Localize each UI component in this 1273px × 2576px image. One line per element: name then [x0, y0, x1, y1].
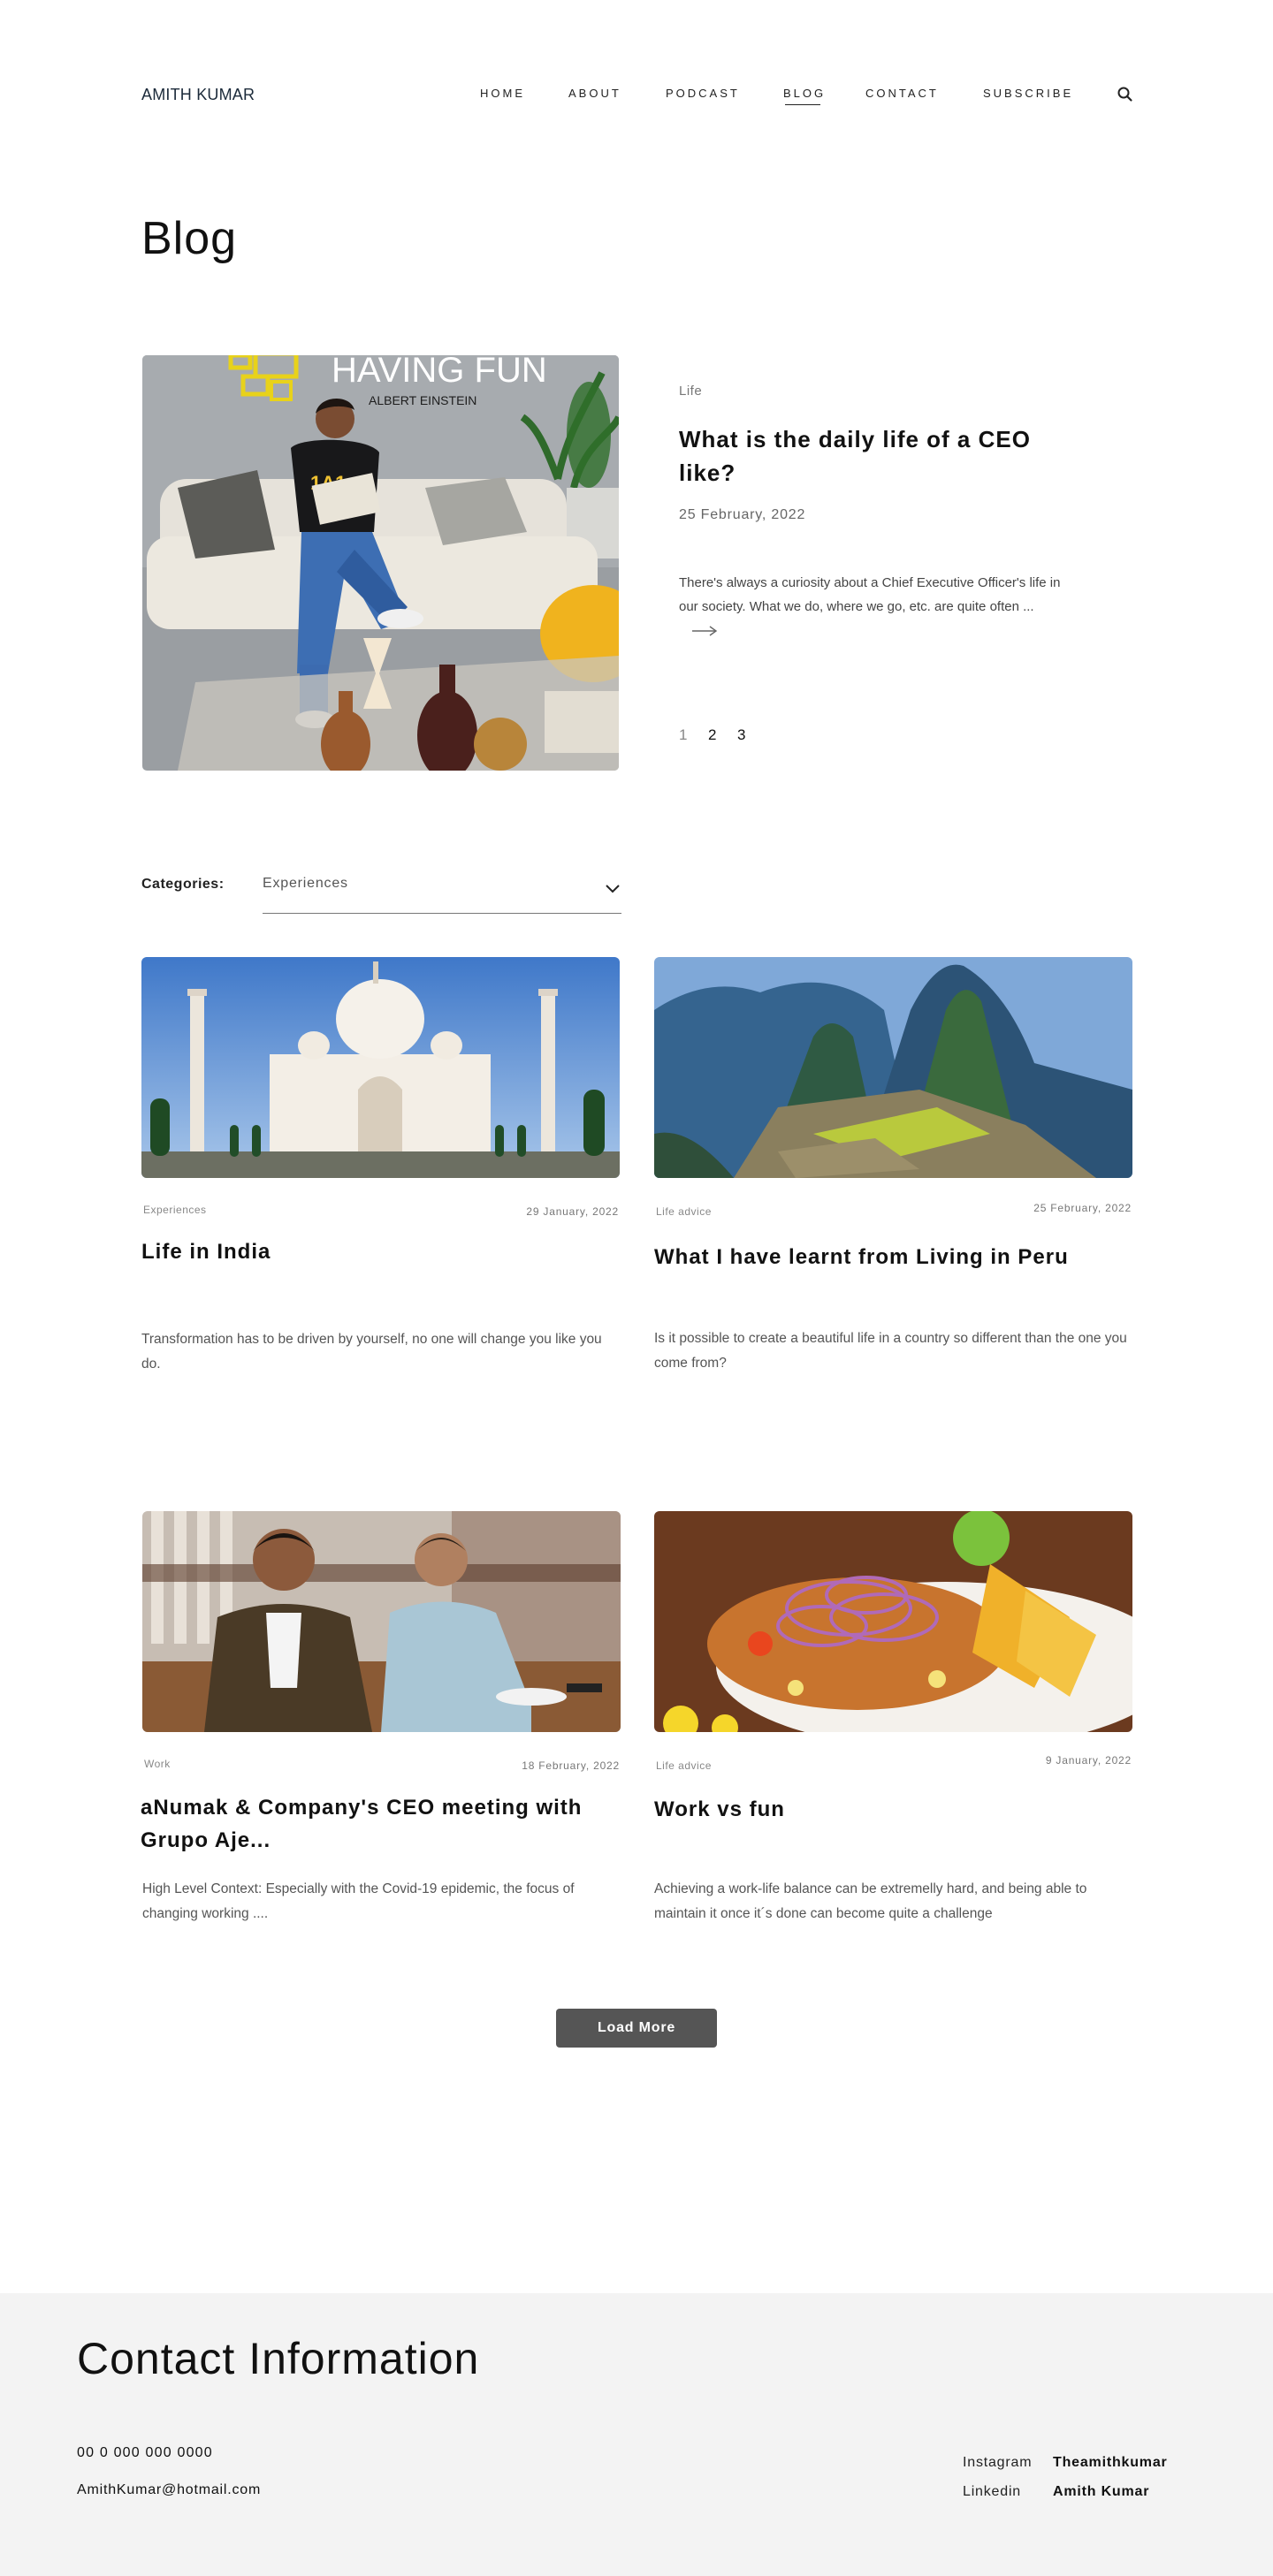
site-header: AMITH KUMAR HOME ABOUT PODCAST BLOG CONT… — [0, 0, 1273, 190]
load-more-button[interactable]: Load More — [556, 2009, 717, 2048]
nav-subscribe[interactable]: SUBSCRIBE — [983, 87, 1073, 100]
categories-dropdown[interactable]: Experiences — [263, 870, 621, 914]
post-image-meeting[interactable] — [142, 1511, 621, 1732]
nav-contact[interactable]: CONTACT — [865, 87, 939, 100]
featured-title[interactable]: What is the daily life of a CEO like? — [679, 422, 1086, 490]
page-3-button[interactable]: 3 — [737, 726, 745, 744]
featured-excerpt: There's always a curiosity about a Chief… — [679, 571, 1068, 642]
footer-phone: 00 0 000 000 0000 — [77, 2445, 213, 2460]
footer: Contact Information 00 0 000 000 0000 Am… — [0, 2293, 1273, 2576]
categories-label: Categories: — [141, 877, 225, 892]
post-date: 25 February, 2022 — [1033, 1202, 1132, 1214]
nav-about[interactable]: ABOUT — [568, 87, 621, 100]
linkedin-link[interactable]: Amith Kumar — [1053, 2484, 1149, 2500]
post-excerpt: Is it possible to create a beautiful lif… — [654, 1331, 1127, 1371]
post-title[interactable]: Work vs fun — [654, 1793, 1132, 1826]
post-date: 29 January, 2022 — [526, 1205, 619, 1218]
main-nav: HOME ABOUT PODCAST BLOG CONTACT SUBSCRIB… — [0, 87, 1273, 105]
footer-email-link[interactable]: AmithKumar@hotmail.com — [77, 2482, 261, 2498]
page-2-button[interactable]: 2 — [708, 726, 716, 744]
featured-date: 25 February, 2022 — [679, 507, 806, 522]
post-excerpt: Transformation has to be driven by yours… — [141, 1332, 602, 1372]
post-category[interactable]: Experiences — [143, 1204, 207, 1216]
featured-excerpt-text: There's always a curiosity about a Chief… — [679, 575, 1061, 614]
social-label-linkedin: Linkedin — [963, 2484, 1022, 2499]
social-label-instagram: Instagram — [963, 2455, 1033, 2470]
post-title[interactable]: aNumak & Company's CEO meeting with Grup… — [141, 1791, 618, 1857]
categories-selected-value: Experiences — [263, 876, 348, 891]
page-title: Blog — [141, 213, 238, 264]
post-image-machu-picchu[interactable] — [654, 957, 1132, 1178]
featured-category[interactable]: Life — [679, 384, 702, 399]
post-category[interactable]: Work — [144, 1758, 171, 1770]
post-excerpt: High Level Context: Especially with the … — [142, 1881, 575, 1921]
nav-podcast[interactable]: PODCAST — [666, 87, 740, 100]
post-date: 9 January, 2022 — [1045, 1754, 1132, 1767]
post-title[interactable]: What I have learnt from Living in Peru — [654, 1241, 1132, 1273]
post-image-ceviche[interactable] — [654, 1511, 1132, 1732]
search-icon[interactable] — [1116, 85, 1135, 104]
arrow-right-icon[interactable] — [691, 625, 718, 637]
post-date: 18 February, 2022 — [522, 1759, 620, 1772]
featured-sign-line1: HAVING FUN — [332, 355, 547, 390]
page-1-button[interactable]: 1 — [679, 726, 687, 744]
instagram-link[interactable]: Theamithkumar — [1053, 2455, 1168, 2471]
nav-home[interactable]: HOME — [480, 87, 525, 100]
post-image-taj-mahal[interactable] — [141, 957, 620, 1178]
post-category[interactable]: Life advice — [656, 1759, 712, 1772]
post-category[interactable]: Life advice — [656, 1205, 712, 1218]
nav-blog[interactable]: BLOG — [783, 87, 826, 105]
featured-post-image[interactable]: HAVING FUN ALBERT EINSTEIN 1A1 — [142, 355, 619, 771]
featured-sign-line2: ALBERT EINSTEIN — [369, 393, 476, 407]
footer-title: Contact Information — [77, 2334, 480, 2383]
chevron-down-icon — [606, 885, 620, 893]
post-title[interactable]: Life in India — [141, 1235, 619, 1268]
post-excerpt: Achieving a work-life balance can be ext… — [654, 1881, 1087, 1921]
